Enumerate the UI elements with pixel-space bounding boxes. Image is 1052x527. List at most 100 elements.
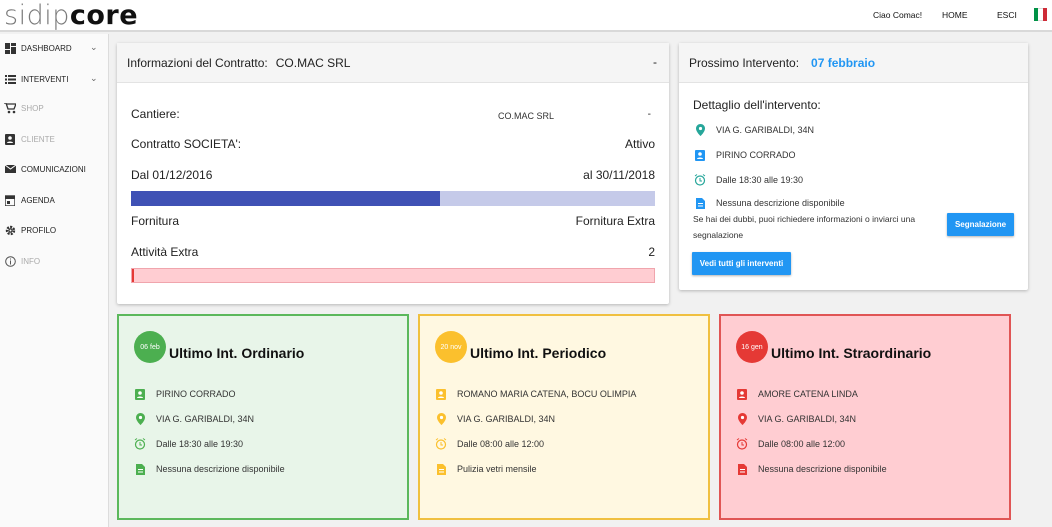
- document-icon: [694, 197, 706, 209]
- sidebar-item-shop[interactable]: SHOP: [4, 98, 44, 118]
- alarm-clock-icon: [134, 438, 146, 450]
- chevron-down-icon: ⌄: [90, 42, 98, 52]
- card-person: PIRINO CORRADO: [134, 388, 236, 400]
- next-person: PIRINO CORRADO: [694, 149, 796, 161]
- collapse-toggle[interactable]: -: [653, 55, 657, 69]
- next-intervention-date: 07 febbraio: [811, 55, 876, 70]
- contract-card-header: Informazioni del Contratto: CO.MAC SRL -: [117, 43, 669, 83]
- attivita-progress-fill: [132, 269, 134, 282]
- attivita-count: 2: [648, 245, 655, 259]
- attivita-row: Attività Extra 2: [131, 245, 655, 259]
- card-address: VIA G. GARIBALDI, 34N: [134, 413, 254, 425]
- attivita-progress-bar: [131, 268, 655, 283]
- sidebar-item-label: PROFILO: [21, 225, 57, 235]
- calendar-icon: [4, 194, 16, 206]
- card-time: Dalle 08:00 alle 12:00: [435, 438, 544, 450]
- fornitura-value: Fornitura Extra: [575, 214, 655, 228]
- last-extraordinary-card: 16 gen Ultimo Int. Straordinario AMORE C…: [719, 314, 1011, 520]
- cantiere-select[interactable]: CO.MAC SRL: [498, 111, 554, 121]
- user-greeting: Ciao Comac!: [873, 10, 923, 20]
- card-description: Nessuna descrizione disponibile: [134, 463, 285, 475]
- mail-icon: [4, 163, 16, 175]
- card-title: Ultimo Int. Ordinario: [169, 345, 305, 361]
- card-person: AMORE CATENA LINDA: [736, 388, 858, 400]
- card-address: VIA G. GARIBALDI, 34N: [736, 413, 856, 425]
- location-pin-icon: [694, 124, 706, 136]
- contract-header-label: Informazioni del Contratto:: [127, 55, 268, 70]
- alarm-clock-icon: [736, 438, 748, 450]
- info-icon: [4, 255, 16, 267]
- contact-icon: [736, 388, 748, 400]
- alarm-clock-icon: [694, 174, 706, 186]
- last-periodic-card: 20 nov Ultimo Int. Periodico ROMANO MARI…: [418, 314, 710, 520]
- societa-status: Attivo: [624, 137, 655, 151]
- home-link[interactable]: HOME: [942, 10, 968, 20]
- sidebar-item-info[interactable]: INFO: [4, 251, 40, 271]
- location-pin-icon: [134, 413, 146, 425]
- sidebar-item-label: CLIENTE: [21, 134, 55, 144]
- date-badge: 06 feb: [134, 331, 166, 363]
- gear-icon: [4, 224, 16, 236]
- dates-row: Dal 01/12/2016 al 30/11/2018: [131, 168, 655, 182]
- sidebar-item-label: DASHBOARD: [21, 43, 72, 53]
- card-time: Dalle 08:00 alle 12:00: [736, 438, 845, 450]
- list-icon: [4, 73, 16, 85]
- location-pin-icon: [736, 413, 748, 425]
- sidebar-item-dashboard[interactable]: DASHBOARD ⌄: [4, 38, 108, 58]
- logo-bold-text: core: [69, 0, 139, 31]
- document-icon: [435, 463, 447, 475]
- card-address: VIA G. GARIBALDI, 34N: [435, 413, 555, 425]
- sidebar-item-label: INFO: [21, 256, 41, 266]
- contact-icon: [694, 149, 706, 161]
- sidebar-item-agenda[interactable]: AGENDA: [4, 190, 55, 210]
- detail-title: Dettaglio dell'intervento:: [693, 98, 821, 112]
- contract-company: CO.MAC SRL: [275, 55, 351, 70]
- sidebar-item-profilo[interactable]: PROFILO: [4, 220, 56, 240]
- cart-icon: [4, 102, 16, 114]
- location-pin-icon: [435, 413, 447, 425]
- logout-link[interactable]: ESCI: [997, 10, 1017, 20]
- card-title: Ultimo Int. Straordinario: [771, 345, 932, 361]
- next-intervention-label: Prossimo Intervento:: [689, 55, 800, 70]
- next-intervention-card: Prossimo Intervento: 07 febbraio Dettagl…: [679, 43, 1028, 290]
- document-icon: [736, 463, 748, 475]
- date-badge: 16 gen: [736, 331, 768, 363]
- contact-icon: [435, 388, 447, 400]
- sidebar-item-cliente[interactable]: CLIENTE: [4, 129, 55, 149]
- sidebar-item-interventi[interactable]: INTERVENTI ⌄: [4, 69, 108, 89]
- italian-flag-icon[interactable]: [1034, 8, 1047, 21]
- fornitura-label: Fornitura: [131, 214, 180, 228]
- next-address: VIA G. GARIBALDI, 34N: [694, 124, 814, 136]
- cantiere-dropdown-toggle[interactable]: -: [648, 109, 651, 120]
- cantiere-row: Cantiere: CO.MAC SRL -: [131, 107, 655, 121]
- sidebar-item-label: AGENDA: [21, 195, 55, 205]
- next-description: Nessuna descrizione disponibile: [694, 197, 845, 209]
- contact-icon: [4, 133, 16, 145]
- date-badge: 20 nov: [435, 331, 467, 363]
- card-person: ROMANO MARIA CATENA, BOCU OLIMPIA: [435, 388, 636, 400]
- contact-icon: [134, 388, 146, 400]
- fornitura-row: Fornitura Fornitura Extra: [131, 214, 655, 228]
- app-logo[interactable]: sidipcore: [4, 0, 138, 31]
- societa-row: Contratto SOCIETA': Attivo: [131, 137, 655, 151]
- next-intervention-header: Prossimo Intervento: 07 febbraio: [679, 43, 1028, 83]
- cantiere-label: Cantiere:: [131, 107, 180, 121]
- next-time: Dalle 18:30 alle 19:30: [694, 174, 803, 186]
- card-description: Nessuna descrizione disponibile: [736, 463, 887, 475]
- chevron-down-icon: ⌄: [90, 73, 98, 83]
- sidebar-item-label: INTERVENTI: [21, 74, 69, 84]
- attivita-label: Attività Extra: [131, 245, 199, 259]
- card-title: Ultimo Int. Periodico: [470, 345, 607, 361]
- dashboard-icon: [4, 42, 16, 54]
- contract-progress-fill: [131, 191, 441, 206]
- card-description: Pulizia vetri mensile: [435, 463, 537, 475]
- contract-end-date: al 30/11/2018: [583, 168, 655, 182]
- document-icon: [134, 463, 146, 475]
- view-all-interventions-button[interactable]: Vedi tutti gli interventi: [692, 252, 791, 275]
- sidebar: DASHBOARD ⌄ INTERVENTI ⌄ SHOP CLIENTE CO…: [0, 34, 109, 527]
- last-ordinary-card: 06 feb Ultimo Int. Ordinario PIRINO CORR…: [117, 314, 409, 520]
- contract-progress-bar: [131, 191, 655, 206]
- sidebar-item-comunicazioni[interactable]: COMUNICAZIONI: [4, 159, 86, 179]
- report-button[interactable]: Segnalazione: [947, 213, 1014, 236]
- top-bar: sidipcore Ciao Comac! HOME ESCI: [0, 0, 1052, 32]
